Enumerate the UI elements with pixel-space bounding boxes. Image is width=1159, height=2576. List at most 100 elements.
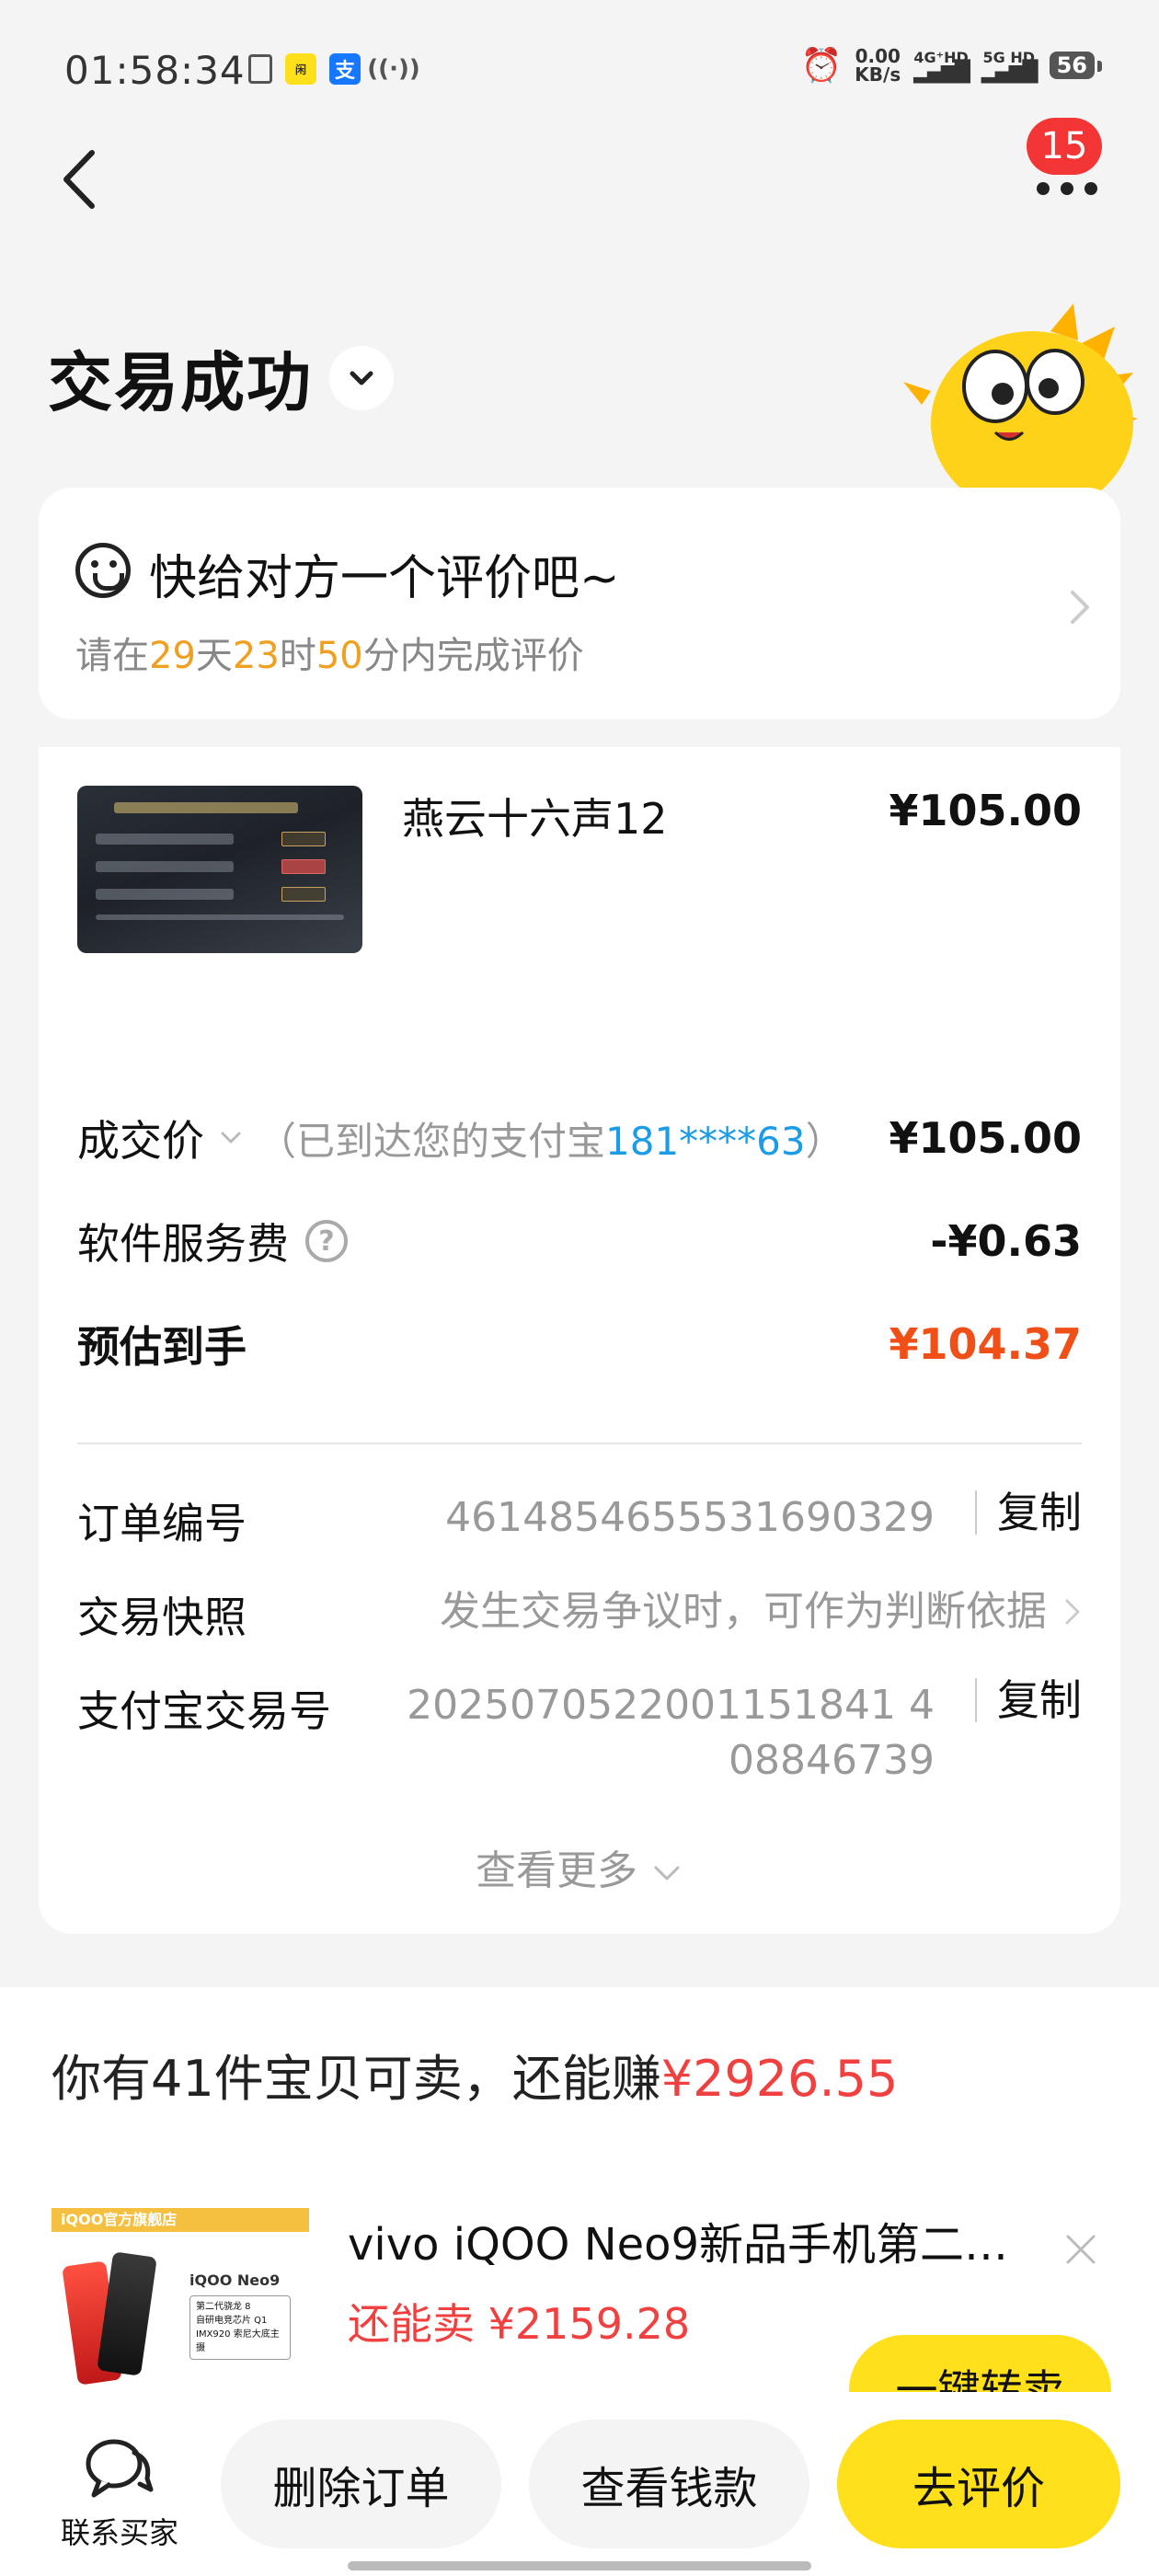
xianyu-app-icon: 闲 — [285, 53, 316, 85]
notification-badge: 15 — [1027, 118, 1102, 175]
chevron-down-icon — [654, 1866, 680, 1880]
alipay-number-row: 支付宝交易号 2025070522001151841 4 08846739 复制 — [77, 1678, 1082, 1798]
file-icon — [248, 54, 272, 84]
alipay-number-value: 2025070522001151841 4 08846739 — [407, 1678, 935, 1788]
close-icon[interactable] — [1062, 2231, 1099, 2268]
product-thumbnail[interactable] — [77, 786, 362, 953]
service-fee-row: 软件服务费 ? -¥0.63 — [77, 1209, 1082, 1273]
home-indicator[interactable] — [348, 2561, 811, 2570]
view-payment-button[interactable]: 查看钱款 — [529, 2420, 809, 2548]
contact-buyer-label: 联系买家 — [60, 2515, 178, 2550]
title-expand-button[interactable] — [329, 345, 394, 410]
thumb-spec: IMX920 索尼大底主摄 — [196, 2329, 280, 2353]
chevron-down-icon[interactable] — [217, 1124, 245, 1152]
status-left-icons: 闲 支 ((·)) — [248, 53, 420, 85]
countdown-hours-unit: 时 — [279, 635, 316, 677]
write-review-button[interactable]: 去评价 — [837, 2420, 1120, 2548]
alipay-number-line2: 08846739 — [729, 1737, 935, 1784]
net-speed: 0.00 KB/s — [855, 47, 901, 84]
more-icon-dot — [1084, 182, 1097, 195]
alipay-account: 181****63 — [605, 1118, 806, 1164]
resell-title-prefix: 你有41件宝贝可卖，还能赚 — [52, 2050, 661, 2108]
delete-order-button[interactable]: 删除订单 — [221, 2420, 501, 2548]
status-right-icons: ⏰ 0.00 KB/s 4G⁺HD ▂▄▆█ 5G HD ▂▄▆█ 56 — [800, 46, 1103, 85]
alipay-number-line1: 2025070522001151841 4 — [407, 1682, 935, 1729]
chevron-right-icon — [1071, 591, 1089, 624]
snapshot-value: 发生交易争议时，可作为判断依据 — [440, 1588, 1047, 1635]
thumb-button — [281, 832, 326, 846]
countdown-prefix: 请在 — [75, 635, 149, 677]
title-row: 交易成功 — [48, 331, 394, 424]
chevron-right-icon — [1065, 1599, 1080, 1625]
order-number-value: 4614854655531690329 — [445, 1494, 935, 1541]
deal-note-prefix: （已到达您的支付宝 — [258, 1118, 606, 1164]
estimated-row: 预估到手 ¥104.37 — [77, 1312, 1082, 1376]
page-title: 交易成功 — [48, 345, 313, 420]
contact-buyer-button[interactable]: 联系买家 — [46, 2436, 193, 2552]
resell-amount: ¥2926.55 — [660, 2050, 899, 2108]
alipay-icon: 支 — [329, 53, 361, 85]
nfc-icon: ((·)) — [367, 55, 420, 83]
countdown-hours: 23 — [232, 635, 280, 677]
copy-order-number-button[interactable]: 复制 — [975, 1490, 1082, 1535]
spec-box: 第二代骁龙 8 自研电竞芯片 Q1 IMX920 索尼大底主摄 — [189, 2295, 291, 2360]
net-speed-value: 0.00 — [855, 45, 901, 67]
alarm-icon: ⏰ — [800, 47, 843, 85]
countdown-days: 29 — [149, 635, 196, 677]
thumb-text — [114, 802, 298, 813]
more-icon-dot — [1061, 182, 1073, 195]
deal-price-label: 成交价 — [77, 1116, 204, 1166]
back-button[interactable] — [46, 143, 110, 216]
divider — [77, 1443, 1082, 1444]
mascot-fish-icon — [903, 304, 1138, 497]
thumb-spec: 自研电竞芯片 Q1 — [196, 2316, 268, 2326]
resell-item-price: 还能卖 ¥2159.28 — [348, 2299, 691, 2349]
thumb-text — [96, 889, 234, 900]
battery-icon: 56 — [1049, 52, 1103, 79]
status-bar: 01:58:34 闲 支 ((·)) ⏰ 0.00 KB/s 4G⁺HD ▂▄▆… — [0, 0, 1159, 138]
snapshot-row[interactable]: 交易快照 发生交易争议时，可作为判断依据 — [77, 1584, 1082, 1649]
thumb-button — [281, 887, 326, 902]
signal-icon: ▂▄▆█ — [981, 61, 1039, 84]
product-price: ¥105.00 — [889, 786, 1082, 835]
store-banner: iQOO官方旗舰店 — [52, 2208, 309, 2232]
thumb-spec: 第二代骁龙 8 — [196, 2302, 251, 2312]
bottom-action-bar: 联系买家 删除订单 查看钱款 去评价 — [0, 2392, 1159, 2576]
thumb-button — [281, 859, 326, 874]
order-number-label: 订单编号 — [77, 1499, 247, 1548]
smile-face-icon — [75, 543, 131, 598]
status-time: 01:58:34 — [64, 48, 246, 93]
resell-item-name[interactable]: vivo iQOO Neo9新品手机第二… — [348, 2208, 1028, 2272]
signal-4g: 4G⁺HD ▂▄▆█ — [913, 51, 970, 83]
review-title: 快给对方一个评价吧~ — [149, 551, 620, 606]
signal-5g: 5G HD ▂▄▆█ — [981, 51, 1039, 84]
service-fee-value: -¥0.63 — [930, 1216, 1082, 1266]
thumb-text — [96, 861, 234, 872]
estimated-label: 预估到手 — [77, 1322, 247, 1372]
countdown-minutes: 50 — [316, 635, 363, 677]
countdown-days-unit: 天 — [195, 635, 233, 677]
estimated-value: ¥104.37 — [889, 1319, 1082, 1369]
deal-price-value: ¥105.00 — [889, 1113, 1082, 1163]
copy-alipay-number-button[interactable]: 复制 — [975, 1678, 1082, 1722]
order-detail-card: 燕云十六声12 ¥105.00 成交价 （已到达您的支付宝181****63） … — [39, 747, 1120, 1934]
review-countdown: 请在29天23时50分内完成评价 — [75, 626, 584, 679]
resell-item-thumbnail[interactable]: iQOO官方旗舰店 iQOO Neo9 第二代骁龙 8 自研电竞芯片 Q1 IM… — [52, 2208, 309, 2392]
resell-title: 你有41件宝贝可卖，还能赚¥2926.55 — [52, 2038, 898, 2110]
net-speed-unit: KB/s — [855, 63, 901, 86]
thumb-text — [96, 834, 234, 845]
help-icon[interactable]: ? — [305, 1220, 348, 1262]
deal-price-row: 成交价 （已到达您的支付宝181****63） ¥105.00 — [77, 1106, 1082, 1170]
deal-price-note: （已到达您的支付宝181****63） — [258, 1110, 844, 1167]
view-more-label: 查看更多 — [476, 1847, 637, 1894]
review-prompt-card[interactable]: 快给对方一个评价吧~ 请在29天23时50分内完成评价 — [39, 488, 1120, 719]
countdown-minutes-unit: 分内完成评价 — [362, 635, 584, 677]
thumb-model: iQOO Neo9 — [189, 2271, 281, 2289]
service-fee-label: 软件服务费 — [77, 1219, 289, 1269]
deal-note-suffix: ） — [805, 1118, 844, 1164]
view-more-button[interactable]: 查看更多 — [39, 1837, 1120, 1896]
snapshot-label: 交易快照 — [77, 1593, 247, 1642]
order-number-row: 订单编号 4614854655531690329 复制 — [77, 1490, 1082, 1555]
product-name[interactable]: 燕云十六声12 — [402, 786, 668, 846]
chevron-left-icon — [63, 150, 95, 209]
